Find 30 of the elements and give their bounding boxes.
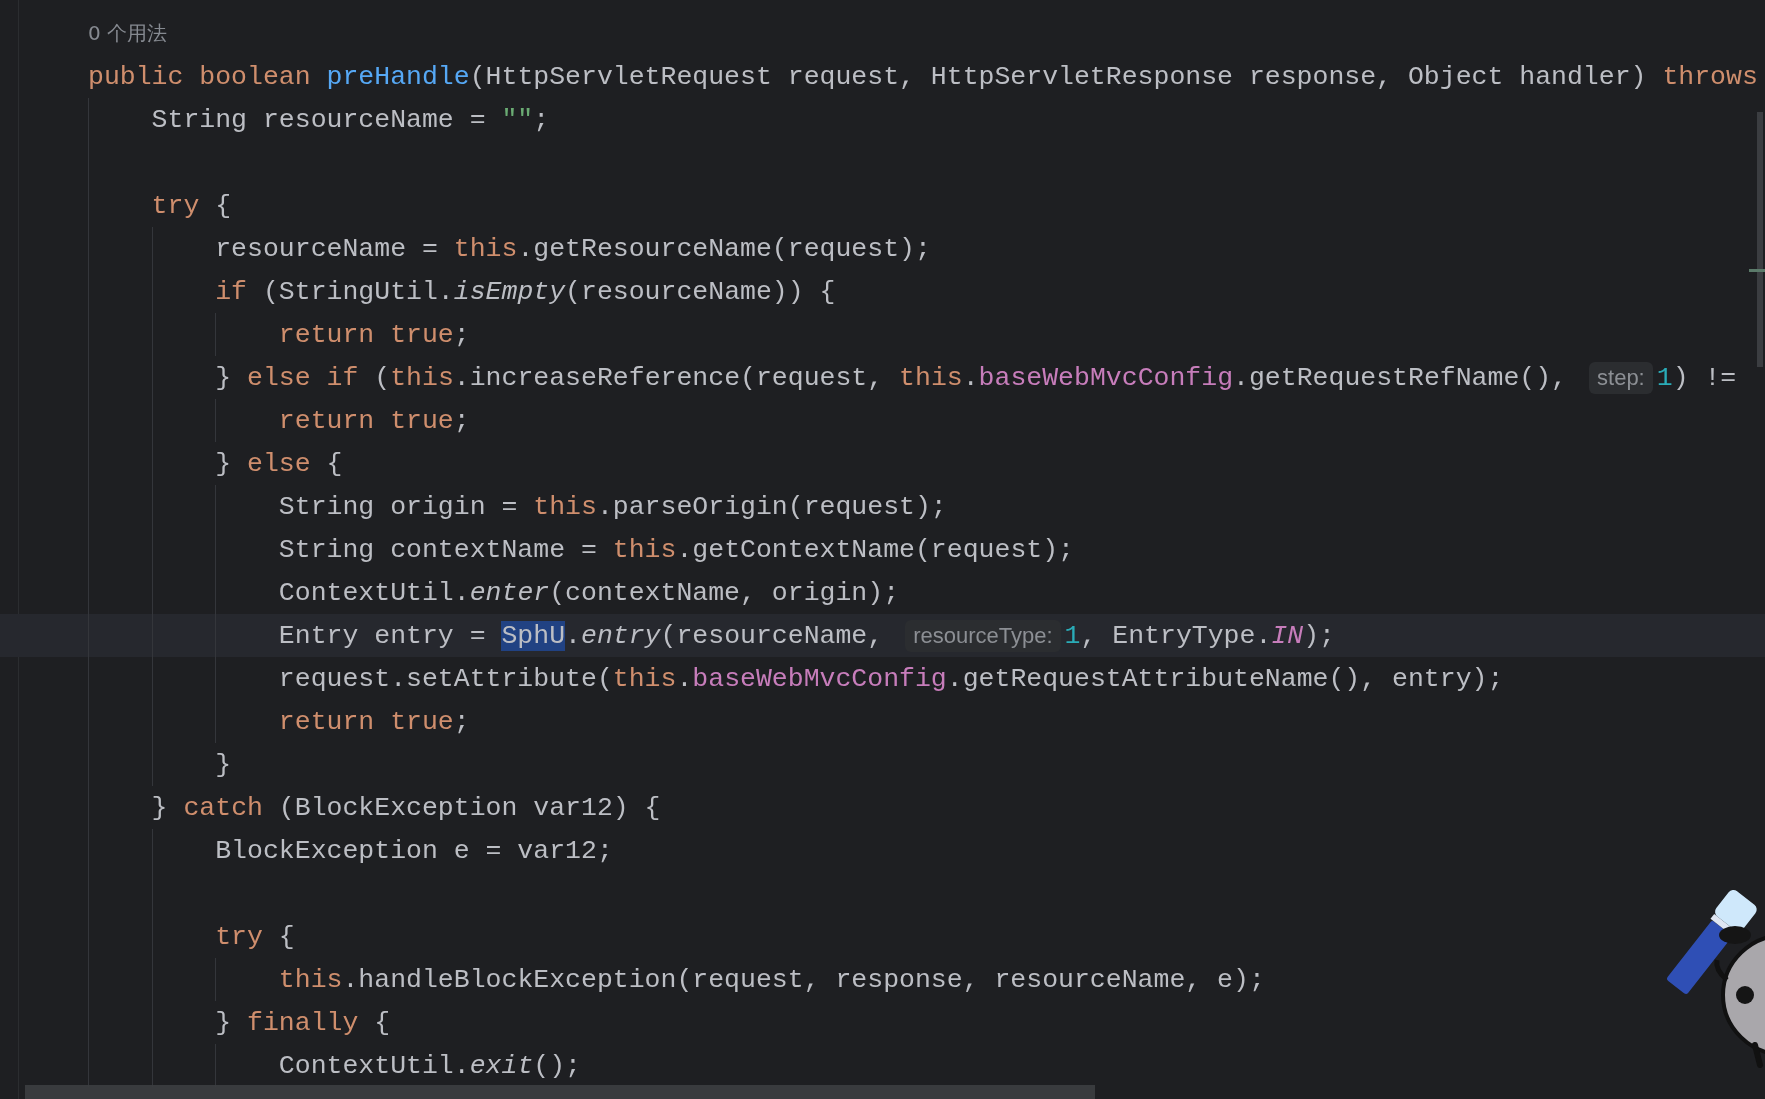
code-text: resourceName = this.getResourceName(request);: [215, 233, 931, 264]
code-text: BlockException e = var12;: [215, 835, 613, 866]
code-text: public boolean preHandle(HttpServletRequest request, HttpServletResponse response, Object handler) throws: [88, 61, 1758, 92]
inlay-hint: step:: [1589, 361, 1653, 394]
code-text: try {: [215, 921, 295, 952]
code-text: String contextName = this.getContextName(request);: [278, 534, 1074, 565]
code-text: 1, EntryType.IN);: [1064, 620, 1335, 651]
code-text: Entry entry = SphU.entry(resourceName,: [278, 620, 884, 651]
code-text: 1) !=: [1656, 362, 1737, 393]
code-text: return true;: [278, 706, 470, 737]
code-text: try {: [151, 190, 232, 221]
code-text: String resourceName = "";: [151, 104, 550, 135]
code-text: } catch (BlockException var12) {: [151, 792, 661, 823]
code-text: } else {: [215, 448, 343, 479]
code-text: return true;: [278, 405, 470, 436]
code-text: ContextUtil.exit();: [278, 1050, 581, 1081]
code-text: } finally {: [215, 1007, 391, 1038]
code-text: return true;: [278, 319, 470, 350]
scrollbar[interactable]: [1757, 112, 1763, 367]
code-text: request.setAttribute(this.baseWebMvcConfig.getRequestAttributeName(), entry);: [278, 663, 1504, 694]
code-text: ContextUtil.enter(contextName, origin);: [278, 577, 900, 608]
inlay-hint: resourceType:: [905, 619, 1061, 652]
code-text: this.handleBlockException(request, response, resourceName, e);: [278, 964, 1265, 995]
code-text: } else if (this.increaseReference(request, this.baseWebMvcConfig.getRequestRefName(),: [215, 362, 1568, 393]
scrollbar[interactable]: [25, 1085, 1095, 1099]
usage-hint[interactable]: 0 个用法: [88, 20, 168, 47]
code-text: }: [215, 749, 232, 780]
change-marker: [1749, 269, 1765, 272]
code-text: String origin = this.parseOrigin(request);: [278, 491, 947, 522]
code-text: if (StringUtil.isEmpty(resourceName)) {: [215, 276, 836, 307]
